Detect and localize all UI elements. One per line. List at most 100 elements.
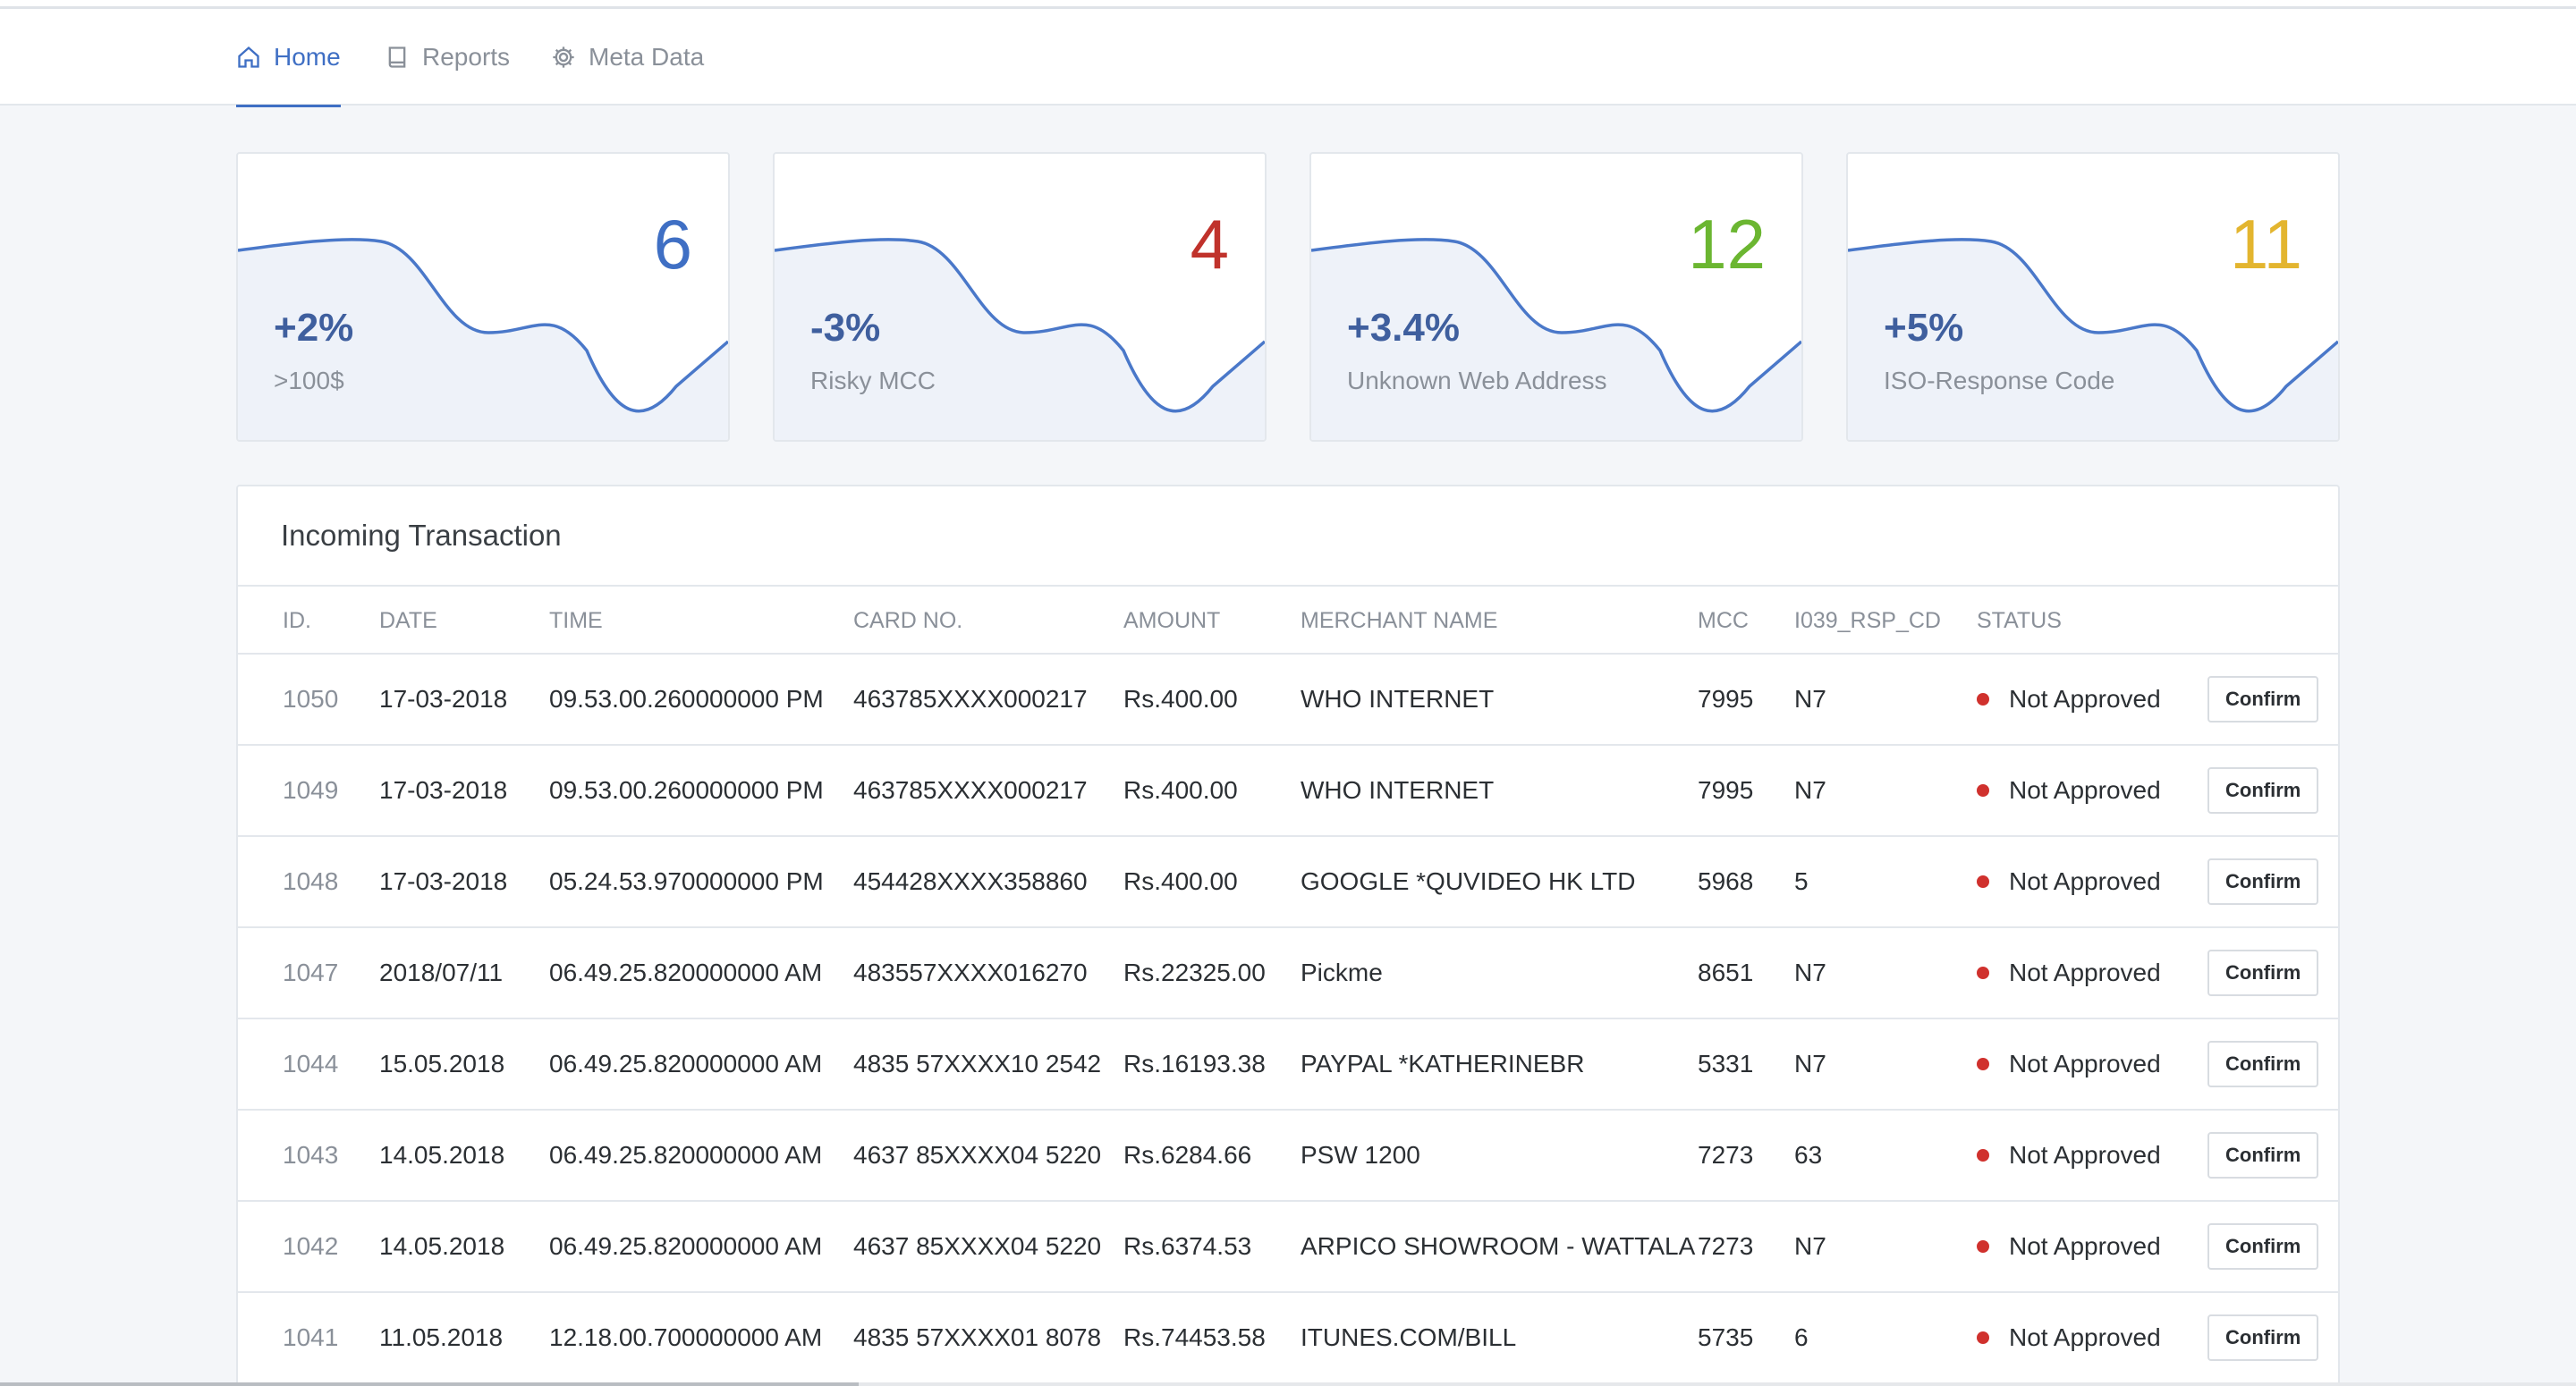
cell-card-no: 463785XXXX000217 bbox=[853, 776, 1088, 804]
cell-merchant-name: PSW 1200 bbox=[1301, 1141, 1420, 1169]
cell-card-no: 4835 57XXXX10 2542 bbox=[853, 1050, 1102, 1078]
stat-count: 12 bbox=[1688, 205, 1766, 283]
cell-merchant-name: WHO INTERNET bbox=[1301, 776, 1495, 804]
cell-merchant-name: Pickme bbox=[1301, 959, 1383, 986]
col-rsp-cd: I039_RSP_CD bbox=[1794, 607, 1941, 633]
cell-mcc: 5735 bbox=[1698, 1323, 1754, 1351]
cell-card-no: 483557XXXX016270 bbox=[853, 959, 1088, 986]
cell-merchant-name: WHO INTERNET bbox=[1301, 685, 1495, 713]
cell-status: Not Approved bbox=[1977, 1111, 2161, 1200]
trend-wave bbox=[1848, 238, 2338, 440]
cell-date: 14.05.2018 bbox=[379, 1232, 505, 1260]
table-body: 1050 17-03-2018 09.53.00.260000000 PM 46378… bbox=[238, 655, 2338, 1384]
horizontal-scrollbar[interactable] bbox=[0, 1382, 2576, 1386]
stat-percent: -3% bbox=[810, 306, 881, 350]
home-icon bbox=[238, 46, 259, 68]
table-row[interactable]: 1047 2018/07/11 06.49.25.820000000 AM 48355… bbox=[238, 928, 2338, 1019]
trend-wave bbox=[238, 238, 728, 440]
cell-time: 06.49.25.820000000 AM bbox=[549, 1232, 823, 1260]
cell-mcc: 8651 bbox=[1698, 959, 1754, 986]
confirm-button[interactable]: Confirm bbox=[2207, 767, 2319, 814]
panel-title: Incoming Transaction bbox=[238, 486, 2338, 587]
cell-id: 1048 bbox=[283, 867, 339, 895]
cell-rsp-cd: N7 bbox=[1794, 1050, 1826, 1078]
stat-card-unknown-web[interactable]: 12 +3.4% Unknown Web Address bbox=[1309, 152, 1803, 442]
nav-reports-label: Reports bbox=[422, 43, 511, 71]
stat-percent: +5% bbox=[1884, 306, 1964, 350]
table-row[interactable]: 1048 17-03-2018 05.24.53.970000000 PM 45442… bbox=[238, 837, 2338, 928]
incoming-transaction-panel: Incoming Transaction ID. DATE TIME CARD … bbox=[236, 485, 2340, 1386]
status-dot bbox=[1977, 1058, 1989, 1070]
cell-merchant-name: ITUNES.COM/BILL bbox=[1301, 1323, 1517, 1351]
cell-date: 15.05.2018 bbox=[379, 1050, 505, 1078]
table-row[interactable]: 1044 15.05.2018 06.49.25.820000000 AM 4835 … bbox=[238, 1019, 2338, 1111]
cell-date: 11.05.2018 bbox=[379, 1323, 504, 1351]
confirm-button[interactable]: Confirm bbox=[2207, 858, 2319, 905]
col-date: DATE bbox=[379, 607, 437, 633]
stat-label: ISO-Response Code bbox=[1884, 367, 2115, 394]
status-text: Not Approved bbox=[2009, 776, 2161, 804]
cell-status: Not Approved bbox=[1977, 746, 2161, 835]
cell-status: Not Approved bbox=[1977, 1019, 2161, 1109]
col-status: STATUS bbox=[1977, 607, 2062, 633]
cell-amount: Rs.6284.66 bbox=[1123, 1141, 1252, 1169]
book-icon bbox=[388, 46, 406, 68]
status-text: Not Approved bbox=[2009, 867, 2161, 895]
confirm-button[interactable]: Confirm bbox=[2207, 950, 2319, 996]
confirm-button[interactable]: Confirm bbox=[2207, 1314, 2319, 1361]
cell-time: 12.18.00.700000000 AM bbox=[549, 1323, 823, 1351]
nav-reports[interactable]: Reports bbox=[385, 9, 510, 106]
cell-id: 1049 bbox=[283, 776, 339, 804]
scrollbar-thumb[interactable] bbox=[0, 1382, 859, 1386]
trend-wave bbox=[1311, 238, 1801, 440]
table-row[interactable]: 1042 14.05.2018 06.49.25.820000000 AM 4637 … bbox=[238, 1202, 2338, 1293]
col-card-no: CARD NO. bbox=[853, 607, 963, 633]
table-row[interactable]: 1041 11.05.2018 12.18.00.700000000 AM 4835 … bbox=[238, 1293, 2338, 1384]
stat-count: 4 bbox=[1190, 205, 1229, 283]
nav-meta-data[interactable]: Meta Data bbox=[551, 9, 704, 106]
cell-id: 1050 bbox=[283, 685, 339, 713]
stat-count: 6 bbox=[653, 205, 692, 283]
cell-card-no: 454428XXXX358860 bbox=[853, 867, 1088, 895]
table-row[interactable]: 1050 17-03-2018 09.53.00.260000000 PM 46378… bbox=[238, 655, 2338, 746]
status-dot bbox=[1977, 875, 1989, 888]
cell-date: 17-03-2018 bbox=[379, 776, 508, 804]
stat-label: Risky MCC bbox=[810, 367, 936, 394]
confirm-button[interactable]: Confirm bbox=[2207, 1041, 2319, 1087]
table-row[interactable]: 1049 17-03-2018 09.53.00.260000000 PM 46378… bbox=[238, 746, 2338, 837]
top-border bbox=[0, 0, 2576, 9]
status-dot bbox=[1977, 967, 1989, 979]
top-navbar: Home Reports Meta Data bbox=[0, 9, 2576, 107]
cell-amount: Rs.400.00 bbox=[1123, 867, 1238, 895]
cell-amount: Rs.22325.00 bbox=[1123, 959, 1266, 986]
nav-home[interactable]: Home bbox=[236, 9, 341, 107]
table-row[interactable]: 1043 14.05.2018 06.49.25.820000000 AM 4637 … bbox=[238, 1111, 2338, 1202]
cell-mcc: 7273 bbox=[1698, 1141, 1754, 1169]
stat-card-risky-mcc[interactable]: 4 -3% Risky MCC bbox=[773, 152, 1267, 442]
stat-card-amount[interactable]: 6 +2% >100$ bbox=[236, 152, 730, 442]
cell-status: Not Approved bbox=[1977, 837, 2161, 926]
cell-date: 2018/07/11 bbox=[379, 959, 504, 986]
stat-label: Unknown Web Address bbox=[1347, 367, 1607, 394]
cell-rsp-cd: 63 bbox=[1794, 1141, 1823, 1169]
status-dot bbox=[1977, 1331, 1989, 1344]
confirm-button[interactable]: Confirm bbox=[2207, 1132, 2319, 1179]
confirm-button[interactable]: Confirm bbox=[2207, 1223, 2319, 1270]
cell-rsp-cd: N7 bbox=[1794, 776, 1826, 804]
status-dot bbox=[1977, 784, 1989, 797]
stat-percent: +2% bbox=[274, 306, 354, 350]
cell-id: 1042 bbox=[283, 1232, 339, 1260]
cell-merchant-name: PAYPAL *KATHERINEBR bbox=[1301, 1050, 1585, 1078]
cell-time: 06.49.25.820000000 AM bbox=[549, 1141, 823, 1169]
cell-rsp-cd: N7 bbox=[1794, 685, 1826, 713]
cell-rsp-cd: 6 bbox=[1794, 1323, 1809, 1351]
nav-meta-data-label: Meta Data bbox=[589, 43, 705, 71]
cell-id: 1041 bbox=[283, 1323, 339, 1351]
status-dot bbox=[1977, 1240, 1989, 1253]
cell-mcc: 7995 bbox=[1698, 685, 1754, 713]
cell-time: 06.49.25.820000000 AM bbox=[549, 1050, 823, 1078]
cell-amount: Rs.400.00 bbox=[1123, 776, 1238, 804]
stat-card-iso-response[interactable]: 11 +5% ISO-Response Code bbox=[1846, 152, 2340, 442]
confirm-button[interactable]: Confirm bbox=[2207, 676, 2319, 723]
table-header: ID. DATE TIME CARD NO. AMOUNT MERCHANT N… bbox=[238, 587, 2338, 655]
